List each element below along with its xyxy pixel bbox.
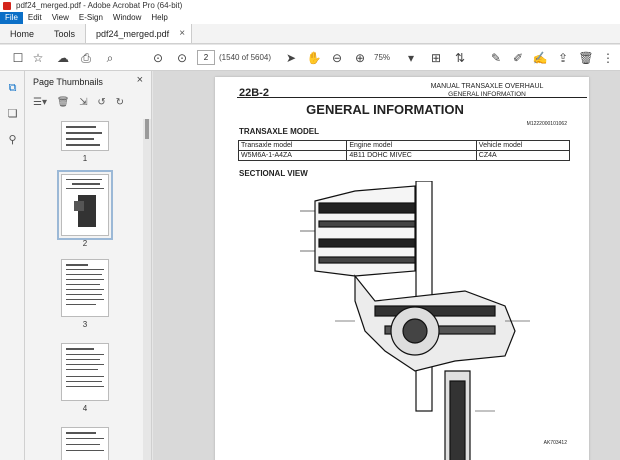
rotate-left-icon[interactable]: ↺	[97, 97, 105, 108]
section-sectional-view: SECTIONAL VIEW	[239, 169, 308, 178]
highlight-icon[interactable]: ✐	[510, 50, 526, 66]
tab-document[interactable]: pdf24_merged.pdf ×	[85, 24, 193, 44]
section-transaxle-model: TRANSAXLE MODEL	[239, 127, 319, 136]
thumbnail-number: 2	[82, 239, 88, 248]
document-view[interactable]: 22B-2 MANUAL TRANSAXLE OVERHAUL GENERAL …	[153, 71, 620, 460]
close-panel-icon[interactable]: ×	[137, 74, 143, 86]
tab-bar: Home Tools pdf24_merged.pdf ×	[0, 24, 620, 44]
left-navigation-rail: ⧉ ❏ ⚲	[0, 71, 25, 460]
main-title: GENERAL INFORMATION	[306, 102, 464, 117]
menu-esign[interactable]: E-Sign	[74, 12, 108, 24]
toolbar: ☐ ☆ ☁ ⎙ ⌕ ⊙ ⊙ 2 (1540 of 5604) ➤ ✋ ⊖ ⊕ 7…	[0, 45, 620, 71]
close-tab-icon[interactable]: ×	[179, 24, 185, 44]
delete-page-icon[interactable]: 🗑	[57, 97, 70, 108]
thumbnail-number: 1	[82, 154, 88, 163]
next-page-icon[interactable]: ⊙	[174, 50, 190, 66]
transaxle-sectional-diagram	[300, 181, 530, 460]
upload-cloud-icon[interactable]: ☁	[55, 50, 71, 66]
rotate-right-icon[interactable]: ↻	[116, 97, 124, 108]
thumbnail-page-3[interactable]: 3	[61, 259, 109, 329]
thumbnail-tools: ☰▾ 🗑 ⇲ ↺ ↻	[33, 97, 131, 111]
thumbnail-number: 3	[82, 320, 88, 329]
page-number-input[interactable]: 2	[197, 50, 215, 65]
acrobat-app-icon	[3, 2, 11, 10]
zoom-dropdown-icon[interactable]: ▾	[403, 50, 419, 66]
table-cell: 4B11 DOHC MIVEC	[346, 150, 477, 161]
thumbnail-image	[61, 259, 109, 317]
thumbnail-page-2[interactable]: 2	[57, 170, 113, 248]
menu-window[interactable]: Window	[108, 12, 146, 24]
thumbnail-options-icon[interactable]: ☰▾	[33, 97, 47, 108]
menu-bar: File Edit View E-Sign Window Help	[0, 12, 620, 24]
page-count: (1540 of 5604)	[219, 53, 272, 62]
table-header-row: Transaxle model Engine model Vehicle mod…	[237, 140, 571, 151]
hand-tool-icon[interactable]: ✋	[306, 50, 322, 66]
table-header-cell: Transaxle model	[237, 140, 348, 151]
search-icon[interactable]: ⌕	[102, 50, 118, 66]
thumbnail-image	[61, 343, 109, 401]
thumbnails-title: Page Thumbnails	[33, 77, 103, 87]
attachments-icon[interactable]: ⚲	[5, 133, 20, 148]
menu-help[interactable]: Help	[146, 12, 172, 24]
header-title: MANUAL TRANSAXLE OVERHAUL	[430, 83, 544, 90]
window-title: pdf24_merged.pdf - Adobe Acrobat Pro (64…	[16, 1, 183, 10]
table-row: W5M6A-1-A4ZA 4B11 DOHC MIVEC CZ4A	[237, 150, 571, 161]
figure-id: AK703412	[543, 440, 567, 446]
thumbnail-scrollbar[interactable]	[143, 119, 151, 460]
menu-file[interactable]: File	[0, 12, 23, 24]
comment-icon[interactable]: ✎	[488, 50, 504, 66]
select-cursor-icon[interactable]: ➤	[283, 50, 299, 66]
document-id: M1222000101062	[526, 121, 567, 127]
page-thumbnails-icon[interactable]: ⧉	[5, 81, 20, 96]
thumbnail-image	[61, 427, 109, 460]
extract-page-icon[interactable]: ⇲	[79, 97, 87, 108]
delete-icon[interactable]: 🗑	[578, 50, 594, 66]
zoom-in-icon[interactable]: ⊕	[352, 50, 368, 66]
thumbnail-number: 4	[82, 404, 88, 413]
table-header-cell: Engine model	[346, 140, 477, 151]
thumbnail-page-5[interactable]	[61, 427, 109, 460]
table-cell: CZ4A	[475, 150, 571, 161]
thumbnail-page-4[interactable]: 4	[61, 343, 109, 413]
zoom-out-icon[interactable]: ⊖	[329, 50, 345, 66]
thumbnail-page-1[interactable]: 1	[61, 121, 109, 163]
title-bar: pdf24_merged.pdf - Adobe Acrobat Pro (64…	[0, 0, 620, 12]
bookmark-star-icon[interactable]: ☆	[30, 50, 46, 66]
sign-icon[interactable]: ✍	[532, 50, 548, 66]
zoom-level[interactable]: 75%	[374, 50, 390, 66]
prev-page-icon[interactable]: ⊙	[150, 50, 166, 66]
header-rule	[237, 97, 587, 98]
tab-tools[interactable]: Tools	[44, 24, 85, 43]
print-icon[interactable]: ⎙	[78, 50, 94, 66]
scroll-mode-icon[interactable]: ⇅	[452, 50, 468, 66]
menu-view[interactable]: View	[47, 12, 74, 24]
transaxle-model-table: Transaxle model Engine model Vehicle mod…	[237, 140, 571, 161]
page-thumbnails-panel: Page Thumbnails × ☰▾ 🗑 ⇲ ↺ ↻ 1 2 3 4	[25, 71, 152, 460]
thumbnail-image	[61, 121, 109, 151]
scrollbar-thumb[interactable]	[145, 119, 149, 139]
table-cell: W5M6A-1-A4ZA	[237, 150, 348, 161]
menu-edit[interactable]: Edit	[23, 12, 47, 24]
bookmarks-icon[interactable]: ❏	[5, 107, 20, 122]
fit-page-icon[interactable]: ⊞	[428, 50, 444, 66]
tab-document-label: pdf24_merged.pdf	[96, 29, 170, 39]
thumbnail-image	[57, 170, 113, 240]
share-icon[interactable]: ⇪	[555, 50, 571, 66]
table-header-cell: Vehicle model	[475, 140, 571, 151]
create-icon[interactable]: ☐	[10, 50, 26, 66]
pdf-page: 22B-2 MANUAL TRANSAXLE OVERHAUL GENERAL …	[215, 77, 589, 460]
tab-home[interactable]: Home	[0, 24, 44, 43]
more-tools-icon[interactable]: ⋮	[600, 50, 616, 66]
